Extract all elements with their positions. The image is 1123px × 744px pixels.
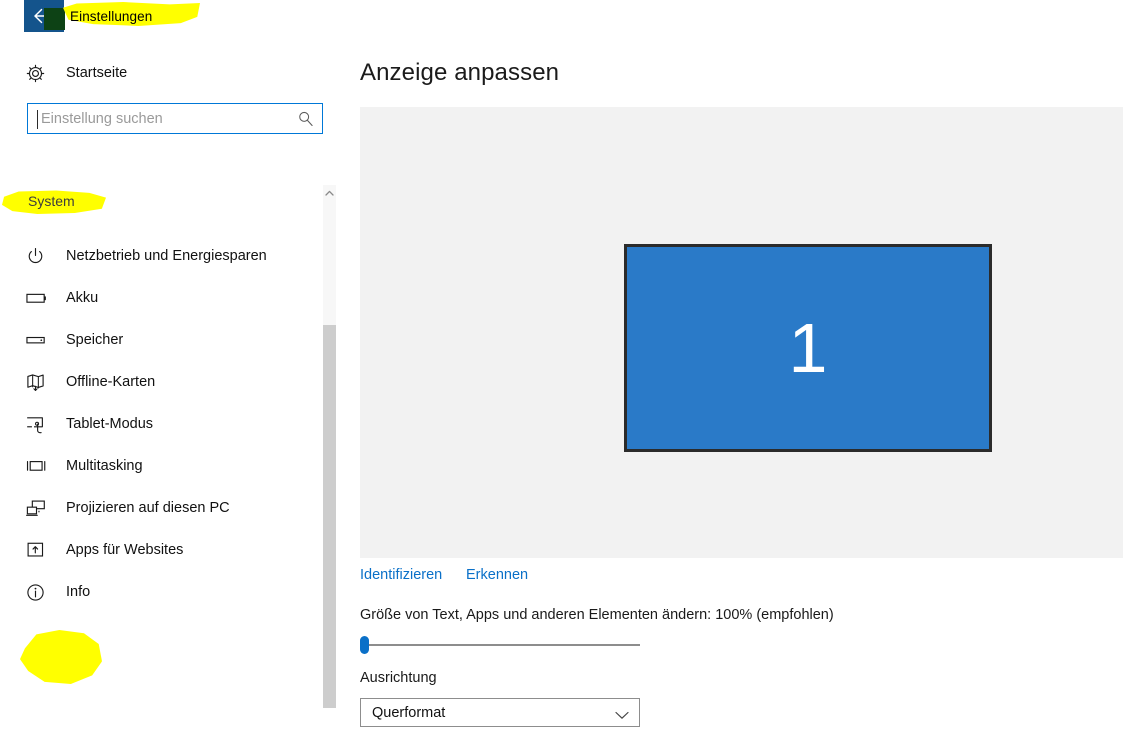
tablet-mode-icon — [26, 415, 66, 434]
map-download-icon — [26, 373, 66, 392]
sidebar: Startseite System Benachrichtigungen und… — [0, 36, 340, 708]
orientation-label: Ausrichtung — [360, 670, 437, 686]
scale-label: Größe von Text, Apps und anderen Element… — [360, 607, 834, 623]
app-title: Einstellungen — [70, 9, 153, 24]
sidebar-item-label: Akku — [66, 290, 99, 306]
detect-link[interactable]: Erkennen — [466, 567, 528, 583]
storage-icon — [26, 334, 66, 346]
sidebar-item-label: Tablet-Modus — [66, 416, 154, 432]
sidebar-item-benachrichtigungen[interactable]: Benachrichtigungen und Aktionen — [0, 221, 320, 235]
sidebar-item-projizieren[interactable]: Projizieren auf diesen PC — [0, 487, 320, 529]
sidebar-nav-list: Benachrichtigungen und Aktionen Netzbetr… — [0, 221, 323, 613]
identify-link[interactable]: Identifizieren — [360, 567, 442, 583]
green-overlay-block — [44, 8, 65, 30]
sidebar-item-speicher[interactable]: Speicher — [0, 319, 320, 361]
monitor-preview-1[interactable]: 1 — [624, 244, 992, 452]
sidebar-item-label: Offline-Karten — [66, 374, 156, 390]
sidebar-group-header: System — [28, 193, 75, 209]
slider-track — [366, 644, 640, 646]
sidebar-scrollbar[interactable] — [323, 185, 336, 708]
sidebar-item-label: Startseite — [66, 65, 128, 81]
page-title: Anzeige anpassen — [360, 59, 560, 86]
sidebar-item-tablet-modus[interactable]: Tablet-Modus — [0, 403, 320, 445]
search-icon[interactable] — [297, 110, 314, 132]
chevron-up-icon[interactable] — [323, 185, 336, 201]
display-preview-panel: 1 — [360, 107, 1123, 558]
battery-icon — [26, 291, 66, 305]
sidebar-item-startseite[interactable]: Startseite — [0, 52, 320, 94]
sidebar-item-multitasking[interactable]: Multitasking — [0, 445, 320, 487]
sidebar-item-label: Projizieren auf diesen PC — [66, 500, 230, 516]
scale-slider[interactable] — [360, 636, 640, 654]
sidebar-item-label: Info — [66, 584, 91, 600]
sidebar-item-label: Netzbetrieb und Energiesparen — [66, 248, 267, 264]
info-icon — [26, 583, 66, 602]
sidebar-item-akku[interactable]: Akku — [0, 277, 320, 319]
notification-icon — [26, 221, 66, 223]
sidebar-item-label: Benachrichtigungen und Aktionen — [66, 221, 282, 222]
multitasking-icon — [26, 459, 66, 473]
orientation-select[interactable]: Querformat — [360, 698, 640, 727]
chevron-down-icon[interactable] — [615, 707, 629, 725]
sidebar-item-netzbetrieb[interactable]: Netzbetrieb und Energiesparen — [0, 235, 320, 277]
sidebar-item-label: Apps für Websites — [66, 542, 184, 558]
sidebar-nav-scroll-area: Benachrichtigungen und Aktionen Netzbetr… — [0, 221, 323, 744]
text-caret — [37, 110, 38, 129]
monitor-number-label: 1 — [788, 309, 828, 387]
sidebar-item-info[interactable]: Info — [0, 571, 320, 613]
apps-for-websites-icon — [26, 541, 66, 559]
search-input[interactable] — [39, 109, 283, 128]
orientation-selected-value: Querformat — [372, 704, 446, 721]
main-content: Anzeige anpassen 1 Identifizieren Erkenn… — [340, 36, 1123, 727]
sidebar-item-apps-fuer-websites[interactable]: Apps für Websites — [0, 529, 320, 571]
scrollbar-thumb[interactable] — [323, 325, 336, 708]
gear-icon — [26, 64, 66, 83]
project-screen-icon — [26, 499, 66, 518]
title-bar: Einstellungen — [0, 0, 1123, 36]
slider-thumb[interactable] — [360, 636, 369, 654]
search-box[interactable] — [27, 103, 323, 134]
sidebar-item-offline-karten[interactable]: Offline-Karten — [0, 361, 320, 403]
sidebar-item-label: Multitasking — [66, 458, 143, 474]
sidebar-item-label: Speicher — [66, 332, 124, 348]
power-icon — [26, 247, 66, 266]
